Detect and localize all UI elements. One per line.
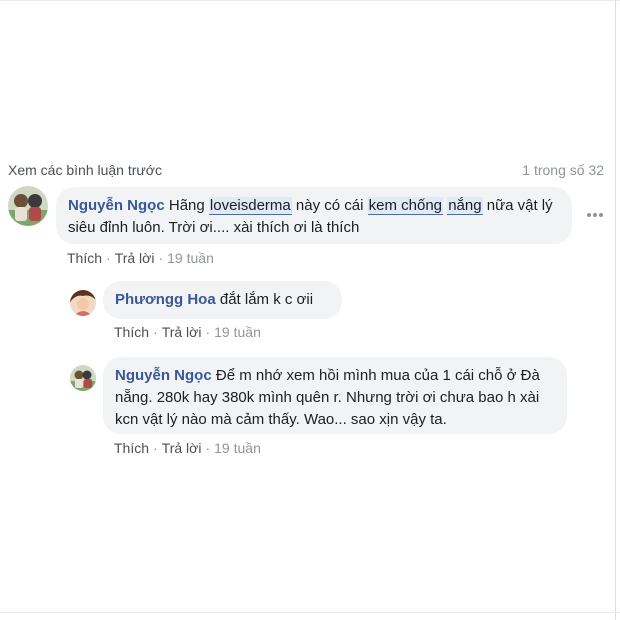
comment-author[interactable]: Nguyễn Ngọc — [68, 197, 165, 214]
avatar-image — [8, 186, 48, 226]
view-previous-comments-link[interactable]: Xem các bình luận trước — [8, 162, 162, 178]
comment-author[interactable]: Nguyễn Ngọc — [115, 367, 212, 384]
tag-loveisderma[interactable]: loveisderma — [208, 197, 292, 215]
tag-nang[interactable]: nắng — [447, 197, 483, 215]
reply-link[interactable]: Trả lời — [162, 324, 202, 340]
comment-author[interactable]: Phươngg Hoa — [115, 291, 216, 308]
right-border — [615, 0, 616, 620]
bottom-divider — [0, 612, 620, 613]
comment-actions: Thích · Trả lời · 19 tuần — [67, 250, 214, 266]
comment-count: 1 trong số 32 — [522, 162, 604, 178]
like-link[interactable]: Thích — [114, 440, 149, 456]
avatar[interactable] — [70, 290, 96, 316]
tag-kem-chong[interactable]: kem chống — [367, 197, 444, 215]
comment-actions: Thích · Trả lời · 19 tuần — [114, 324, 261, 340]
comment-bubble: Phươngg Hoa đắt lắm k c ơii — [103, 281, 342, 319]
avatar-image — [70, 365, 96, 391]
reply-link[interactable]: Trả lời — [115, 250, 155, 266]
comment-bubble: Nguyễn Ngọc Để m nhớ xem hồi mình mua củ… — [103, 357, 567, 434]
avatar[interactable] — [8, 186, 48, 226]
comment-actions: Thích · Trả lời · 19 tuần — [114, 440, 261, 456]
comment-timestamp[interactable]: 19 tuần — [214, 324, 261, 340]
like-link[interactable]: Thích — [67, 250, 102, 266]
like-link[interactable]: Thích — [114, 324, 149, 340]
comments-header: Xem các bình luận trước 1 trong số 32 — [8, 162, 604, 182]
reply-link[interactable]: Trả lời — [162, 440, 202, 456]
top-divider — [0, 0, 620, 1]
comment-timestamp[interactable]: 19 tuần — [167, 250, 214, 266]
avatar-image — [70, 290, 96, 316]
comment-timestamp[interactable]: 19 tuần — [214, 440, 261, 456]
avatar[interactable] — [70, 365, 96, 391]
comment-bubble: Nguyễn Ngọc Hãng loveisderma này có cái … — [56, 187, 572, 244]
comment-text: đắt lắm k c ơii — [219, 291, 314, 308]
more-options-icon[interactable] — [587, 213, 605, 219]
